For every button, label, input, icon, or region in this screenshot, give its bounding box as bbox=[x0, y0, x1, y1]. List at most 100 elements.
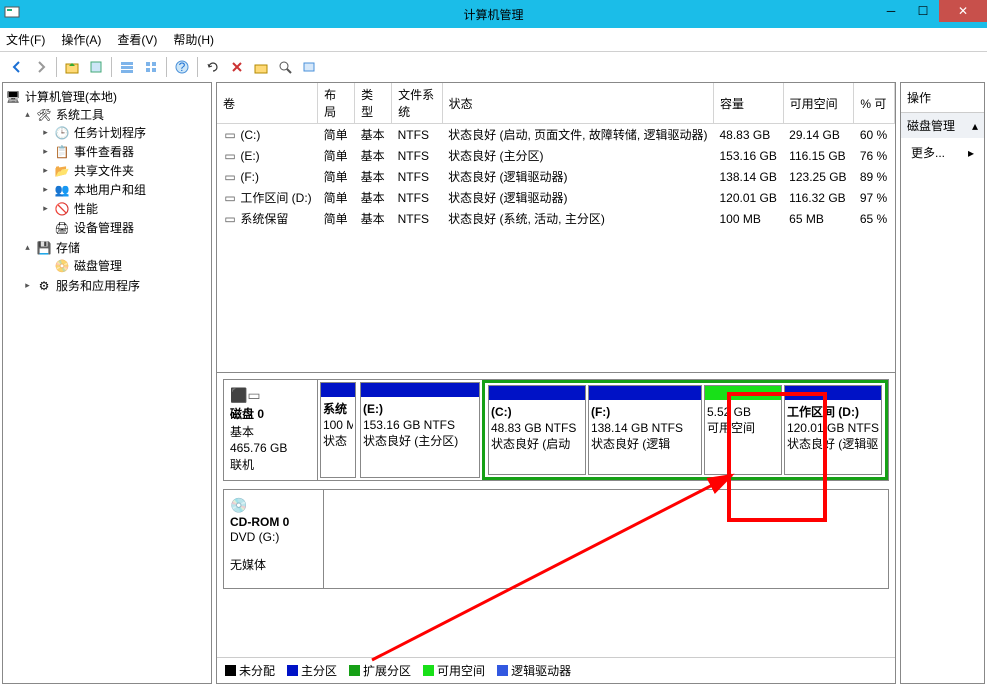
volume-icon: ▭ bbox=[223, 212, 237, 226]
col-fs[interactable]: 文件系统 bbox=[392, 83, 443, 124]
collapse-icon[interactable]: ▴ bbox=[23, 243, 32, 252]
disk-state: 无媒体 bbox=[230, 556, 317, 573]
delete-icon[interactable] bbox=[226, 56, 248, 78]
col-free[interactable]: 可用空间 bbox=[783, 83, 854, 124]
tree-storage[interactable]: ▴💾存储 bbox=[23, 239, 209, 256]
table-row[interactable]: ▭ (F:)简单基本NTFS状态良好 (逻辑驱动器)138.14 GB123.2… bbox=[217, 166, 895, 187]
menu-help[interactable]: 帮助(H) bbox=[173, 31, 214, 48]
clock-icon: 🕒 bbox=[54, 125, 70, 141]
action-pane: 操作 磁盘管理▴ 更多...▸ bbox=[900, 82, 985, 684]
up-button[interactable] bbox=[61, 56, 83, 78]
partition-e[interactable]: (E:)153.16 GB NTFS状态良好 (主分区) bbox=[360, 382, 480, 478]
show-hide-tree-button[interactable] bbox=[116, 56, 138, 78]
partition-c[interactable]: (C:)48.83 GB NTFS状态良好 (启动 bbox=[488, 385, 586, 475]
users-icon: 👥 bbox=[54, 182, 70, 198]
tree-shared-folders[interactable]: ▸📂共享文件夹 bbox=[41, 162, 209, 179]
tree-disk-management[interactable]: 📀磁盘管理 bbox=[41, 257, 209, 274]
content-pane: 卷 布局 类型 文件系统 状态 容量 可用空间 % 可 ▭ (C:)简单基本NT… bbox=[216, 82, 896, 684]
maximize-button[interactable]: ☐ bbox=[907, 0, 939, 22]
minimize-button[interactable]: ─ bbox=[875, 0, 907, 22]
open-icon[interactable] bbox=[250, 56, 272, 78]
partition-free[interactable]: 5.52 GB可用空间 bbox=[704, 385, 782, 475]
disk-state: 联机 bbox=[230, 456, 311, 473]
expand-icon[interactable]: ▸ bbox=[41, 204, 50, 213]
expand-icon[interactable]: ▸ bbox=[41, 185, 50, 194]
col-percent[interactable]: % 可 bbox=[854, 83, 895, 124]
action-header: 操作 bbox=[901, 83, 984, 113]
cdrom-icon: 💿 bbox=[230, 497, 317, 514]
volume-icon: ▭ bbox=[223, 149, 237, 163]
forward-button[interactable] bbox=[30, 56, 52, 78]
col-layout[interactable]: 布局 bbox=[318, 83, 355, 124]
tree-services[interactable]: ▸⚙服务和应用程序 bbox=[23, 277, 209, 294]
wrench-icon: 🛠 bbox=[36, 107, 52, 123]
disk-header[interactable]: ⬛▭ 磁盘 0 基本 465.76 GB 联机 bbox=[224, 380, 318, 480]
table-row[interactable]: ▭ 工作区间 (D:)简单基本NTFS状态良好 (逻辑驱动器)120.01 GB… bbox=[217, 187, 895, 208]
table-row[interactable]: ▭ (E:)简单基本NTFS状态良好 (主分区)153.16 GB116.15 … bbox=[217, 145, 895, 166]
search-icon[interactable] bbox=[274, 56, 296, 78]
volume-table-wrap[interactable]: 卷 布局 类型 文件系统 状态 容量 可用空间 % 可 ▭ (C:)简单基本NT… bbox=[217, 83, 895, 373]
chevron-up-icon: ▴ bbox=[972, 119, 978, 133]
menu-action[interactable]: 操作(A) bbox=[61, 31, 101, 48]
tree-root[interactable]: 🖥计算机管理(本地) bbox=[5, 88, 209, 105]
partition-f[interactable]: (F:)138.14 GB NTFS状态良好 (逻辑 bbox=[588, 385, 702, 475]
volume-icon: ▭ bbox=[223, 170, 237, 184]
tree-local-users[interactable]: ▸👥本地用户和组 bbox=[41, 181, 209, 198]
partition-d[interactable]: 工作区间 (D:)120.01 GB NTFS状态良好 (逻辑驱 bbox=[784, 385, 882, 475]
collapse-icon[interactable]: ▴ bbox=[23, 110, 32, 119]
menu-view[interactable]: 查看(V) bbox=[117, 31, 157, 48]
expand-icon[interactable]: ▸ bbox=[41, 147, 50, 156]
menu-file[interactable]: 文件(F) bbox=[6, 31, 45, 48]
disk-type: 基本 bbox=[230, 423, 311, 440]
disk-size: 465.76 GB bbox=[230, 441, 311, 455]
partition-bar bbox=[705, 386, 781, 400]
col-volume[interactable]: 卷 bbox=[217, 83, 318, 124]
settings-icon[interactable] bbox=[298, 56, 320, 78]
expand-icon[interactable]: ▸ bbox=[23, 281, 32, 290]
expand-icon[interactable]: ▸ bbox=[41, 166, 50, 175]
expand-icon[interactable]: ▸ bbox=[41, 128, 50, 137]
legend: 未分配 主分区 扩展分区 可用空间 逻辑驱动器 bbox=[217, 657, 895, 683]
partition-bar bbox=[785, 386, 881, 400]
view-button[interactable] bbox=[140, 56, 162, 78]
computer-icon: 🖥 bbox=[5, 89, 21, 105]
back-button[interactable] bbox=[6, 56, 28, 78]
col-type[interactable]: 类型 bbox=[355, 83, 392, 124]
table-row[interactable]: ▭ 系统保留简单基本NTFS状态良好 (系统, 活动, 主分区)100 MB65… bbox=[217, 208, 895, 229]
help-button[interactable]: ? bbox=[171, 56, 193, 78]
partition-system-reserved[interactable]: 系统100 MB状态 bbox=[320, 382, 356, 478]
partition-bar bbox=[361, 383, 479, 397]
disk-map[interactable]: ⬛▭ 磁盘 0 基本 465.76 GB 联机 系统100 MB状态 (E:)1… bbox=[217, 373, 895, 657]
gear-icon: ⚙ bbox=[36, 278, 52, 294]
close-button[interactable]: ✕ bbox=[939, 0, 987, 22]
disk-row-0[interactable]: ⬛▭ 磁盘 0 基本 465.76 GB 联机 系统100 MB状态 (E:)1… bbox=[223, 379, 889, 481]
action-group[interactable]: 磁盘管理▴ bbox=[901, 113, 984, 138]
app-icon bbox=[4, 4, 20, 20]
storage-icon: 💾 bbox=[36, 240, 52, 256]
disk-type: DVD (G:) bbox=[230, 530, 317, 544]
tree-device-manager[interactable]: 🖨设备管理器 bbox=[41, 219, 209, 236]
tree-performance[interactable]: ▸🚫性能 bbox=[41, 200, 209, 217]
table-row[interactable]: ▭ (C:)简单基本NTFS状态良好 (启动, 页面文件, 故障转储, 逻辑驱动… bbox=[217, 124, 895, 146]
refresh-button[interactable] bbox=[202, 56, 224, 78]
disk-row-cdrom[interactable]: 💿 CD-ROM 0 DVD (G:) 无媒体 bbox=[223, 489, 889, 589]
main-area: 🖥计算机管理(本地) ▴🛠系统工具 ▸🕒任务计划程序 ▸📋事件查看器 ▸📂共享文… bbox=[0, 82, 987, 684]
properties-button[interactable] bbox=[85, 56, 107, 78]
chevron-right-icon: ▸ bbox=[968, 146, 974, 160]
event-icon: 📋 bbox=[54, 144, 70, 160]
partition-bar bbox=[589, 386, 701, 400]
col-status[interactable]: 状态 bbox=[442, 83, 713, 124]
tree-pane[interactable]: 🖥计算机管理(本地) ▴🛠系统工具 ▸🕒任务计划程序 ▸📋事件查看器 ▸📂共享文… bbox=[2, 82, 212, 684]
disk-header[interactable]: 💿 CD-ROM 0 DVD (G:) 无媒体 bbox=[224, 490, 324, 588]
volume-table[interactable]: 卷 布局 类型 文件系统 状态 容量 可用空间 % 可 ▭ (C:)简单基本NT… bbox=[217, 83, 895, 229]
tree-event-viewer[interactable]: ▸📋事件查看器 bbox=[41, 143, 209, 160]
disk-partitions bbox=[324, 490, 888, 588]
volume-icon: ▭ bbox=[223, 191, 237, 205]
svg-text:?: ? bbox=[179, 60, 186, 74]
tree-system-tools[interactable]: ▴🛠系统工具 bbox=[23, 106, 209, 123]
col-capacity[interactable]: 容量 bbox=[714, 83, 784, 124]
legend-extended: 扩展分区 bbox=[349, 662, 411, 679]
device-icon: 🖨 bbox=[54, 220, 70, 236]
action-more[interactable]: 更多...▸ bbox=[901, 138, 984, 167]
tree-task-scheduler[interactable]: ▸🕒任务计划程序 bbox=[41, 124, 209, 141]
